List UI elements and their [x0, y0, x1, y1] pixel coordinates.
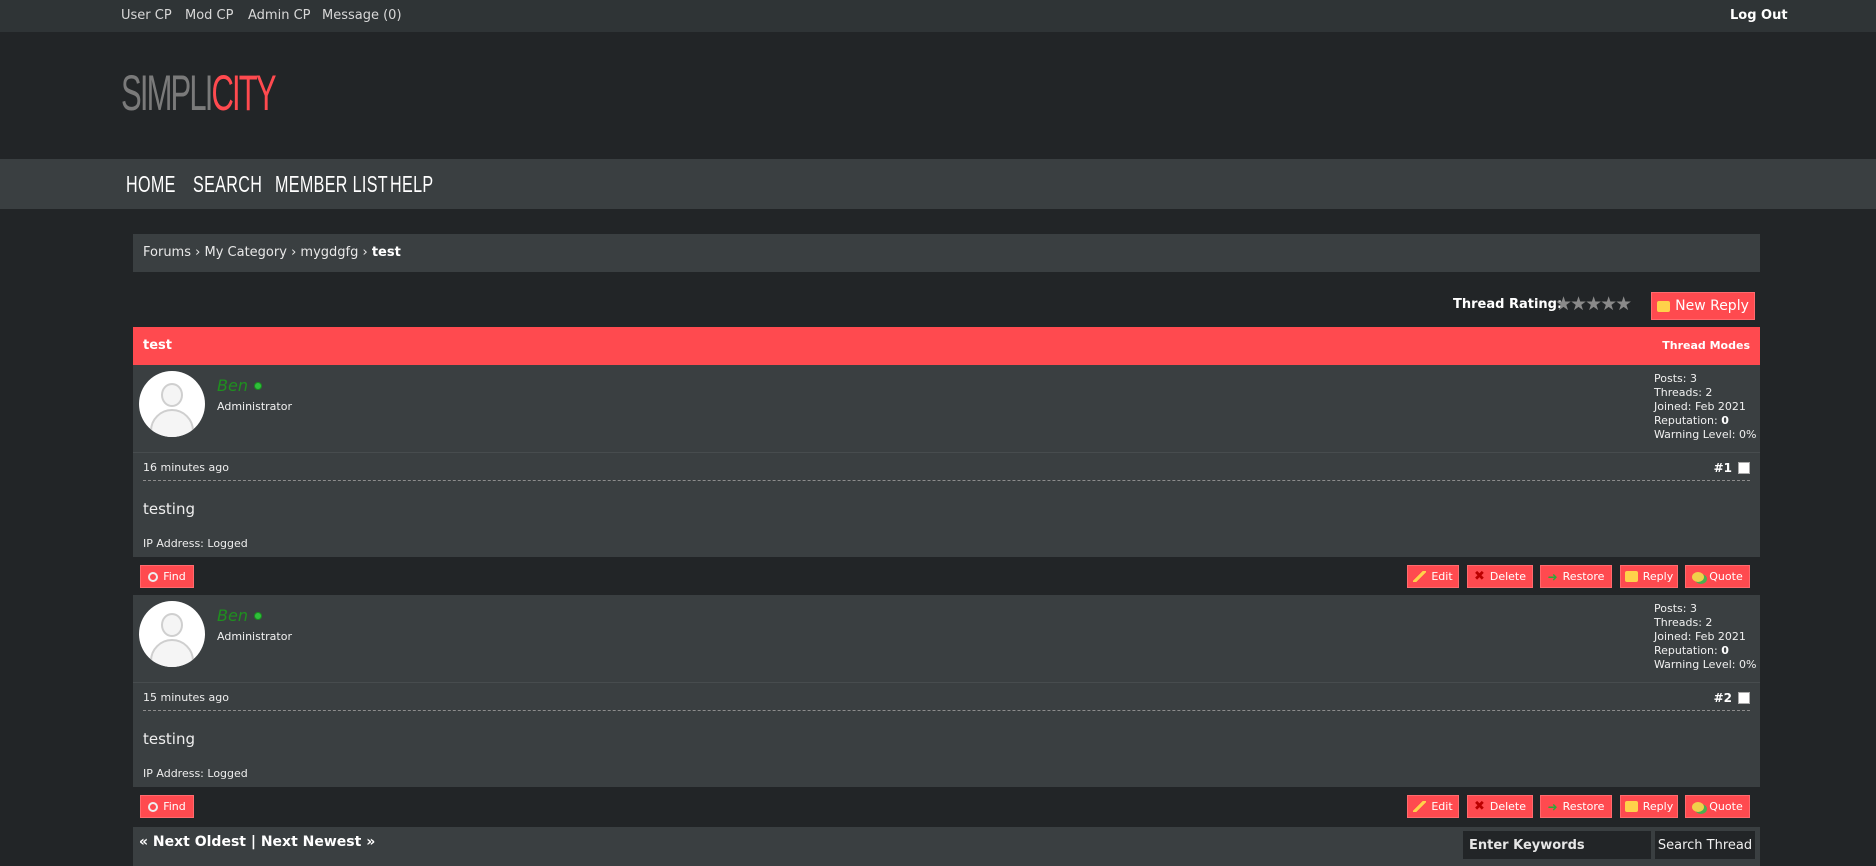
arrow-right-icon: ➜: [1547, 569, 1558, 584]
user-stats: Posts: 3 Threads: 2 Joined: Feb 2021 Rep…: [1654, 372, 1757, 441]
search-icon: [148, 801, 159, 812]
quote-button[interactable]: Quote: [1685, 795, 1750, 818]
online-status-icon: [254, 382, 262, 390]
reply-button[interactable]: Reply: [1620, 795, 1678, 818]
post-ip: IP Address: Logged: [143, 537, 248, 550]
post-ip: IP Address: Logged: [143, 767, 248, 780]
breadcrumb-category[interactable]: My Category: [204, 245, 286, 260]
nav-search[interactable]: SEARCH: [193, 171, 262, 198]
reply-button[interactable]: Reply: [1620, 565, 1678, 588]
post-message: testing: [143, 500, 196, 518]
edit-button[interactable]: Edit: [1407, 795, 1459, 818]
admin-cp-link[interactable]: Admin CP: [248, 8, 310, 23]
divider: [143, 480, 1750, 481]
arrow-right-icon: ➜: [1547, 799, 1558, 814]
find-button[interactable]: Find: [140, 565, 194, 588]
post-author: Ben Administrator Posts: 3 Threads: 2 Jo…: [133, 595, 1760, 683]
thread-title: test: [143, 338, 172, 353]
nav-member-list[interactable]: MEMBER LIST: [275, 171, 388, 198]
thread-modes-link[interactable]: Thread Modes: [1662, 339, 1750, 352]
reply-icon: [1624, 801, 1638, 812]
restore-button[interactable]: ➜ Restore: [1540, 565, 1612, 588]
restore-button[interactable]: ➜ Restore: [1540, 795, 1612, 818]
thread-rating-stars[interactable]: ★★★★★: [1555, 293, 1632, 315]
edit-button[interactable]: Edit: [1407, 565, 1459, 588]
messages-link[interactable]: Message (0): [322, 8, 402, 23]
post-controls: Find Edit ✖ Delete ➜ Restore Reply Quote: [133, 787, 1760, 826]
breadcrumb-current: test: [371, 245, 401, 260]
mod-cp-link[interactable]: Mod CP: [185, 8, 233, 23]
search-thread-button[interactable]: Search Thread: [1655, 831, 1755, 859]
post-author: Ben Administrator Posts: 3 Threads: 2 Jo…: [133, 365, 1760, 453]
post-body: 15 minutes ago #2 testing IP Address: Lo…: [133, 683, 1760, 787]
find-button[interactable]: Find: [140, 795, 194, 818]
site-logo[interactable]: SIMPLICITY: [121, 68, 277, 118]
pencil-icon: [1413, 571, 1427, 582]
delete-icon: ✖: [1473, 799, 1485, 814]
search-thread-input[interactable]: [1463, 831, 1651, 859]
post-number-link[interactable]: #1: [1714, 461, 1732, 475]
post-body: 16 minutes ago #1 testing IP Address: Lo…: [133, 453, 1760, 557]
user-role: Administrator: [217, 400, 292, 413]
delete-button[interactable]: ✖ Delete: [1467, 565, 1533, 588]
main-nav: HOME SEARCH MEMBER LIST HELP: [0, 159, 1876, 209]
username[interactable]: Ben: [217, 376, 248, 395]
thread-header: test Thread Modes: [133, 327, 1760, 365]
user-role: Administrator: [217, 630, 292, 643]
nav-home[interactable]: HOME: [126, 171, 176, 198]
post-date: 15 minutes ago: [143, 691, 229, 704]
search-icon: [148, 571, 159, 582]
logout-link[interactable]: Log Out: [1730, 8, 1788, 23]
breadcrumb-forums[interactable]: Forums: [143, 245, 191, 260]
new-reply-button[interactable]: New Reply: [1651, 292, 1755, 320]
pencil-icon: [1413, 801, 1427, 812]
username[interactable]: Ben: [217, 606, 248, 625]
post-date: 16 minutes ago: [143, 461, 229, 474]
quote-icon: [1692, 801, 1705, 812]
quote-icon: [1692, 571, 1705, 582]
breadcrumb-forum[interactable]: mygdgfg: [300, 245, 358, 260]
avatar[interactable]: [139, 371, 205, 437]
user-stats: Posts: 3 Threads: 2 Joined: Feb 2021 Rep…: [1654, 602, 1757, 671]
delete-button[interactable]: ✖ Delete: [1467, 795, 1533, 818]
next-newest-link[interactable]: Next Newest »: [261, 834, 375, 850]
header: SIMPLICITY: [0, 32, 1876, 159]
delete-icon: ✖: [1473, 569, 1485, 584]
online-status-icon: [254, 612, 262, 620]
thread-rating-label: Thread Rating:: [1453, 297, 1563, 312]
breadcrumb: Forums › My Category › mygdgfg › test: [133, 234, 1760, 272]
post-number-link[interactable]: #2: [1714, 691, 1732, 705]
divider: [143, 710, 1750, 711]
avatar[interactable]: [139, 601, 205, 667]
reply-icon: [1624, 571, 1638, 582]
post-message: testing: [143, 730, 196, 748]
nav-help[interactable]: HELP: [390, 171, 433, 198]
top-bar: User CP Mod CP Admin CP Message (0) Log …: [0, 0, 1876, 32]
reply-icon: [1657, 300, 1671, 312]
post-select-checkbox[interactable]: [1738, 692, 1750, 704]
post-select-checkbox[interactable]: [1738, 462, 1750, 474]
quote-button[interactable]: Quote: [1685, 565, 1750, 588]
post-controls: Find Edit ✖ Delete ➜ Restore Reply Quote: [133, 557, 1760, 596]
user-cp-link[interactable]: User CP: [121, 8, 172, 23]
next-oldest-link[interactable]: « Next Oldest: [139, 834, 246, 850]
